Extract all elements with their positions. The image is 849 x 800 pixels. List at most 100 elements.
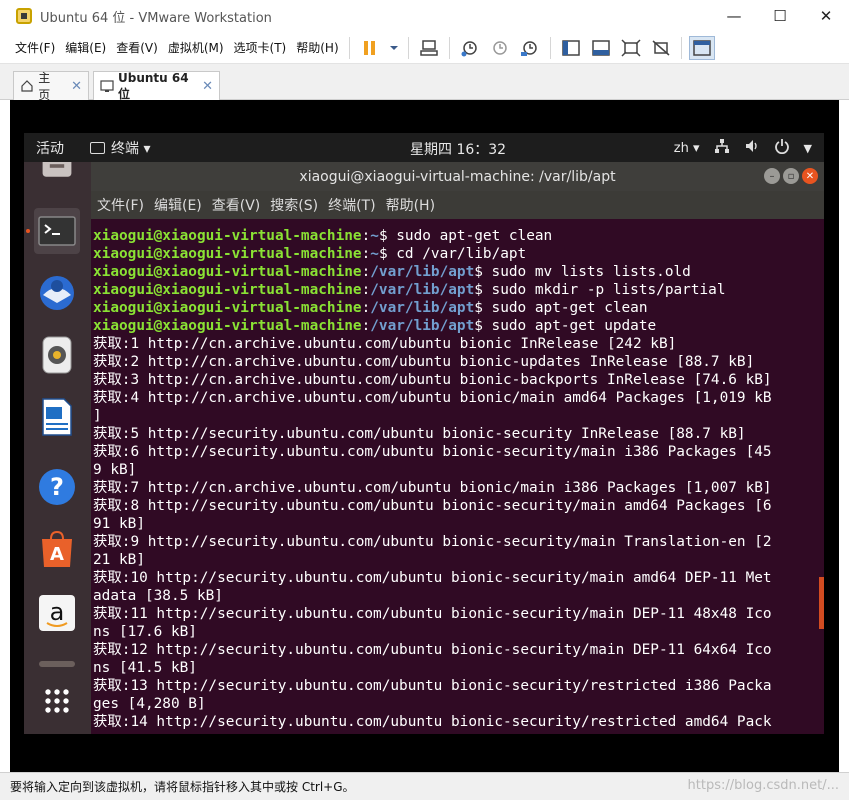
thumbnail-bar-icon[interactable] xyxy=(688,35,715,60)
terminal-output-line: 获取:10 http://security.ubuntu.com/ubuntu … xyxy=(93,570,772,586)
terminal-output-line: 获取:3 http://cn.archive.ubuntu.com/ubuntu… xyxy=(93,372,772,388)
terminal-output[interactable]: xiaogui@xiaogui-virtual-machine:~$ sudo … xyxy=(91,219,824,734)
show-applications-icon[interactable] xyxy=(34,678,80,724)
toolbar-divider xyxy=(680,36,682,59)
files-icon[interactable] xyxy=(34,162,80,188)
terminal-menu-view[interactable]: 查看(V) xyxy=(212,195,261,215)
libreoffice-writer-icon[interactable] xyxy=(34,394,80,440)
terminal-output-line: 获取:5 http://security.ubuntu.com/ubuntu b… xyxy=(93,426,746,442)
svg-text:A: A xyxy=(50,544,64,565)
dock-partial-icon[interactable] xyxy=(34,660,80,674)
app-menu-label: 终端 ▾ xyxy=(111,140,151,157)
snapshot-take-icon[interactable] xyxy=(457,36,483,60)
fullscreen-icon[interactable] xyxy=(618,36,644,60)
prompt-command: $ sudo apt-get update xyxy=(474,318,657,334)
terminal-menu-edit[interactable]: 编辑(E) xyxy=(154,195,202,215)
close-icon[interactable]: ✕ xyxy=(71,79,82,94)
terminal-output-line: ns [17.6 kB] xyxy=(93,624,197,640)
terminal-prompt-line: xiaogui@xiaogui-virtual-machine:/var/lib… xyxy=(93,300,648,316)
menu-help[interactable]: 帮助(H) xyxy=(291,39,343,56)
help-icon[interactable]: ? xyxy=(34,464,80,510)
send-ctrl-alt-del-icon[interactable] xyxy=(416,36,442,60)
vm-icon xyxy=(100,79,114,94)
close-icon[interactable]: ✕ xyxy=(202,79,213,94)
terminal-menubar: 文件(F) 编辑(E) 查看(V) 搜索(S) 终端(T) 帮助(H) xyxy=(91,191,824,219)
toolbar-divider xyxy=(407,36,409,59)
menu-edit[interactable]: 编辑(E) xyxy=(60,39,111,56)
snapshot-manager-icon[interactable] xyxy=(517,36,543,60)
tab-home[interactable]: 主页 ✕ xyxy=(13,71,89,102)
terminal-output-line: 获取:13 http://security.ubuntu.com/ubuntu … xyxy=(93,678,772,694)
thunderbird-icon[interactable] xyxy=(34,270,80,316)
terminal-maximize-button[interactable]: ▫ xyxy=(783,168,799,184)
svg-text:?: ? xyxy=(50,473,64,501)
network-icon[interactable] xyxy=(714,138,730,158)
terminal-output-line: 获取:6 http://security.ubuntu.com/ubuntu b… xyxy=(93,444,772,460)
menu-vm[interactable]: 虚拟机(M) xyxy=(163,39,229,56)
terminal-output-line: 21 kB] xyxy=(93,552,145,568)
prompt-path: /var/lib/apt xyxy=(370,282,475,298)
terminal-minimize-button[interactable]: – xyxy=(764,168,780,184)
terminal-output-line: 获取:7 http://cn.archive.ubuntu.com/ubuntu… xyxy=(93,480,772,496)
rhythmbox-icon[interactable] xyxy=(34,332,80,378)
terminal-scrollbar[interactable] xyxy=(819,577,824,629)
terminal-output-line: 91 kB] xyxy=(93,516,145,532)
terminal-title: xiaogui@xiaogui-virtual-machine: /var/li… xyxy=(299,168,616,185)
activities-button[interactable]: 活动 xyxy=(36,138,64,158)
host-background xyxy=(839,100,849,772)
unity-mode-icon[interactable] xyxy=(648,36,674,60)
minimize-button[interactable]: — xyxy=(711,0,757,32)
menu-tabs[interactable]: 选项卡(T) xyxy=(229,39,292,56)
volume-icon[interactable] xyxy=(744,138,760,158)
input-method[interactable]: zh ▾ xyxy=(674,141,700,156)
tab-label: 主页 xyxy=(38,71,51,102)
host-background xyxy=(0,100,10,772)
terminal-output-line: 获取:11 http://security.ubuntu.com/ubuntu … xyxy=(93,606,772,622)
console-view-icon[interactable] xyxy=(588,36,614,60)
home-icon xyxy=(20,79,34,94)
terminal-prompt-line: xiaogui@xiaogui-virtual-machine:/var/lib… xyxy=(93,264,691,280)
close-button[interactable]: ✕ xyxy=(803,0,849,32)
terminal-close-button[interactable]: ✕ xyxy=(802,168,818,184)
terminal-menu-file[interactable]: 文件(F) xyxy=(97,195,144,215)
terminal-prompt-line: xiaogui@xiaogui-virtual-machine:~$ sudo … xyxy=(93,228,553,244)
window-title: Ubuntu 64 位 - VMware Workstation xyxy=(40,10,272,26)
prompt-command: $ sudo apt-get clean xyxy=(378,228,553,244)
prompt-user: xiaogui@xiaogui-virtual-machine xyxy=(93,300,362,316)
terminal-prompt-line: xiaogui@xiaogui-virtual-machine:/var/lib… xyxy=(93,318,657,334)
terminal-prompt-line: xiaogui@xiaogui-virtual-machine:~$ cd /v… xyxy=(93,246,527,262)
terminal-icon xyxy=(90,141,105,154)
terminal-menu-terminal[interactable]: 终端(T) xyxy=(328,195,375,215)
power-icon[interactable] xyxy=(774,138,790,158)
pause-icon[interactable] xyxy=(357,36,383,60)
clock[interactable]: 星期四 16：32 xyxy=(410,139,506,159)
terminal-app-icon[interactable] xyxy=(34,208,80,254)
chevron-down-icon[interactable] xyxy=(387,36,401,60)
prompt-path: ~ xyxy=(370,228,379,244)
prompt-command: $ sudo apt-get clean xyxy=(474,300,648,316)
terminal-menu-help[interactable]: 帮助(H) xyxy=(386,195,435,215)
status-text: 要将输入定向到该虚拟机，请将鼠标指针移入其中或按 Ctrl+G。 xyxy=(10,780,355,794)
terminal-output-line: ns [41.5 kB] xyxy=(93,660,197,676)
software-center-icon[interactable]: A xyxy=(34,526,80,572)
amazon-icon[interactable]: a xyxy=(34,590,80,636)
snapshot-revert-icon[interactable] xyxy=(487,36,513,60)
maximize-button[interactable]: ☐ xyxy=(757,0,803,32)
prompt-user: xiaogui@xiaogui-virtual-machine xyxy=(93,318,362,334)
menu-file[interactable]: 文件(F) xyxy=(10,39,60,56)
menu-view[interactable]: 查看(V) xyxy=(111,39,163,56)
app-menu[interactable]: 终端 ▾ xyxy=(90,138,150,158)
sidebar-toggle-icon[interactable] xyxy=(558,36,584,60)
window-titlebar: Ubuntu 64 位 - VMware Workstation — ☐ ✕ xyxy=(0,0,849,32)
prompt-path: ~ xyxy=(370,246,379,262)
toolbar-divider xyxy=(549,36,551,59)
watermark: https://blog.csdn.net/... xyxy=(687,778,839,793)
chevron-down-icon[interactable]: ▼ xyxy=(804,142,812,155)
tab-label: Ubuntu 64 位 xyxy=(118,70,189,101)
prompt-user: xiaogui@xiaogui-virtual-machine xyxy=(93,264,362,280)
prompt-path: /var/lib/apt xyxy=(370,300,475,316)
tab-ubuntu[interactable]: Ubuntu 64 位 ✕ xyxy=(93,70,220,101)
terminal-output-line: ges [4,280 B] xyxy=(93,696,206,712)
terminal-line-partial xyxy=(93,219,824,227)
terminal-menu-search[interactable]: 搜索(S) xyxy=(270,195,318,215)
